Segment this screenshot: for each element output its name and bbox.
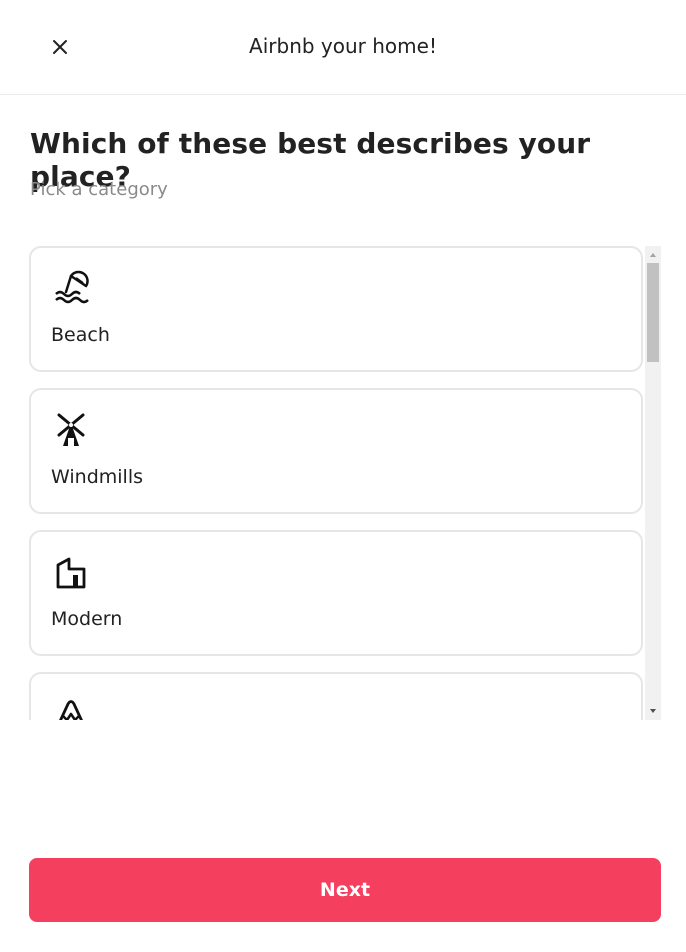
scroll-up-icon[interactable] bbox=[645, 248, 661, 262]
windmill-icon bbox=[57, 413, 85, 446]
category-list-scrollbar[interactable] bbox=[645, 246, 661, 720]
scroll-down-icon[interactable] bbox=[645, 704, 661, 718]
beach-umbrella-icon bbox=[55, 270, 89, 304]
next-button[interactable]: Next bbox=[29, 858, 661, 922]
category-card-modern[interactable]: Modern bbox=[29, 530, 643, 656]
category-label: Windmills bbox=[51, 466, 143, 488]
category-card-windmills[interactable]: Windmills bbox=[29, 388, 643, 514]
modern-house-icon bbox=[56, 557, 86, 589]
category-card-mountain[interactable] bbox=[29, 672, 643, 720]
mountain-icon bbox=[59, 700, 83, 720]
category-card-beach[interactable]: Beach bbox=[29, 246, 643, 372]
modal-header: Airbnb your home! bbox=[0, 0, 686, 95]
modal-title: Airbnb your home! bbox=[249, 34, 437, 58]
page-subtitle: Pick a category bbox=[30, 179, 168, 200]
category-label: Modern bbox=[51, 608, 123, 630]
category-label: Beach bbox=[51, 324, 110, 346]
scrollbar-thumb[interactable] bbox=[647, 263, 659, 362]
category-list[interactable]: Beach Windmills Modern bbox=[29, 246, 661, 720]
